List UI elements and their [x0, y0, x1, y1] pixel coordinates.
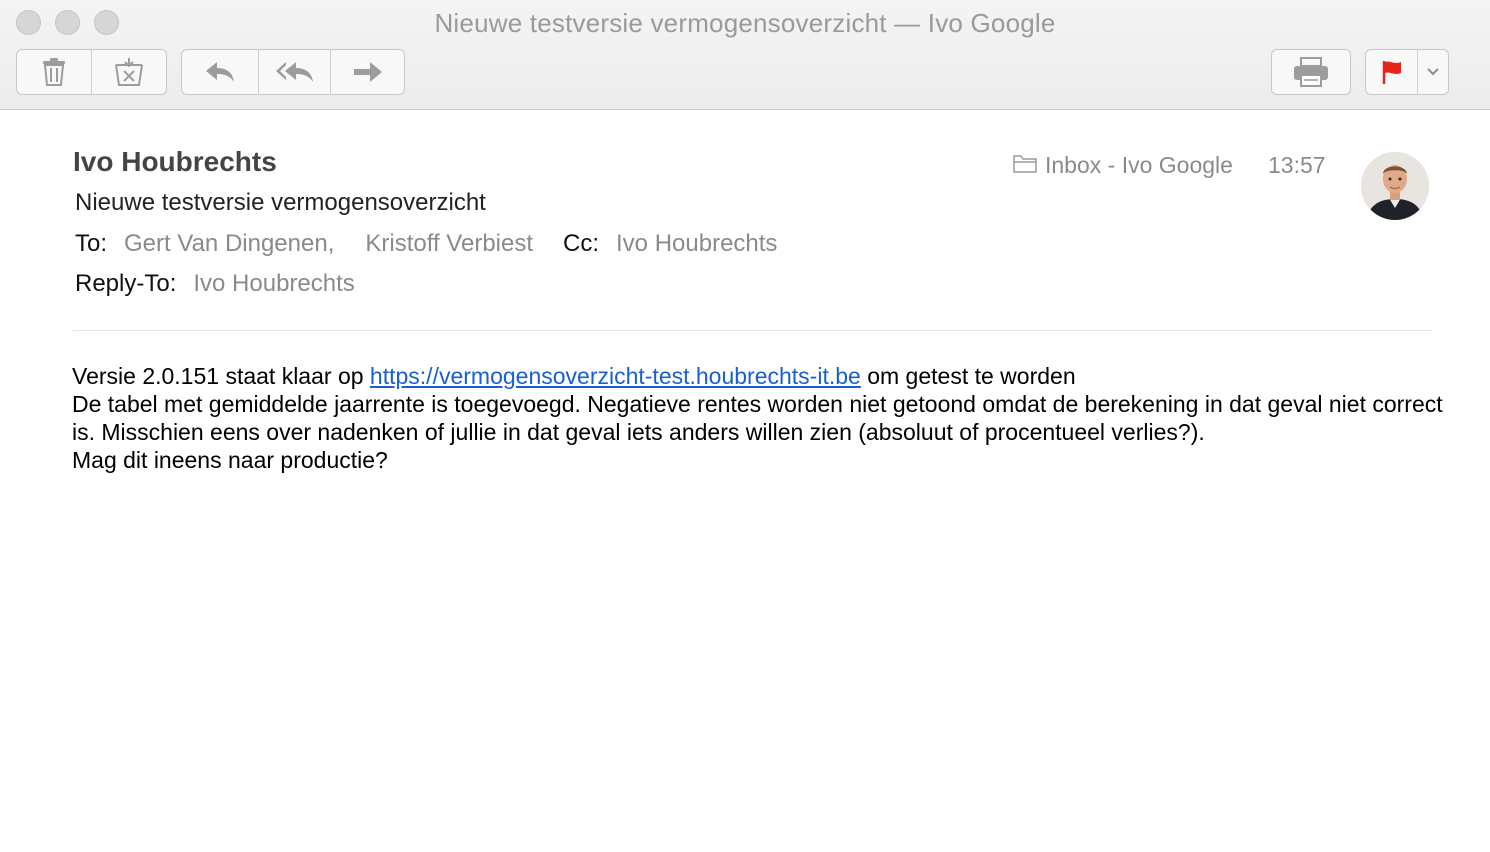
- to-label: To:: [75, 230, 108, 257]
- reply-to-address[interactable]: Ivo Houbrechts: [193, 270, 354, 298]
- reply-all-icon: [274, 59, 316, 85]
- to-recipient[interactable]: Gert Van Dingenen,: [124, 230, 334, 258]
- print-group: [1271, 49, 1351, 95]
- junk-button[interactable]: [92, 50, 167, 94]
- reply-icon: [203, 59, 237, 85]
- sender-name[interactable]: Ivo Houbrechts: [73, 146, 277, 178]
- mail-window: Nieuwe testversie vermogensoverzicht — I…: [0, 0, 1490, 852]
- cc-label: Cc:: [563, 230, 600, 257]
- flag-icon: [1381, 59, 1403, 85]
- forward-button[interactable]: [331, 50, 404, 94]
- trash-icon: [41, 57, 67, 87]
- body-paragraph: De tabel met gemiddelde jaarrente is toe…: [72, 391, 1443, 445]
- reply-to-row: Reply-To: Ivo Houbrechts: [75, 270, 355, 298]
- body-text: om getest te worden: [860, 363, 1076, 389]
- window-toolbar: Nieuwe testversie vermogensoverzicht — I…: [0, 0, 1490, 110]
- flag-button[interactable]: [1366, 50, 1418, 94]
- forward-icon: [352, 60, 384, 84]
- body-paragraph: Mag dit ineens naar productie?: [72, 447, 388, 473]
- mailbox-name: Inbox - Ivo Google: [1045, 152, 1233, 178]
- folder-icon: [1013, 152, 1045, 179]
- print-button[interactable]: [1272, 50, 1350, 94]
- delete-button[interactable]: [17, 50, 92, 94]
- body-text: Versie 2.0.151 staat klaar op: [72, 363, 370, 389]
- test-site-link[interactable]: https://vermogensoverzicht-test.houbrech…: [370, 363, 861, 389]
- chevron-down-icon: [1426, 67, 1440, 77]
- message-subject: Nieuwe testversie vermogensoverzicht: [75, 189, 486, 216]
- flag-menu-button[interactable]: [1418, 50, 1448, 94]
- message-body: Versie 2.0.151 staat klaar op https://ve…: [72, 362, 1452, 474]
- avatar: [1361, 152, 1429, 220]
- mailbox-indicator: Inbox - Ivo Google: [1013, 152, 1233, 179]
- recipients-row: To: Gert Van Dingenen, Kristoff Verbiest…: [75, 230, 777, 258]
- window-title: Nieuwe testversie vermogensoverzicht — I…: [434, 8, 1056, 38]
- reply-group: [181, 49, 405, 95]
- cc-recipient[interactable]: Ivo Houbrechts: [616, 230, 777, 258]
- reply-to-label: Reply-To:: [75, 270, 177, 297]
- delete-junk-group: [16, 49, 167, 95]
- flag-group: [1365, 49, 1449, 95]
- body-paragraph: Versie 2.0.151 staat klaar op https://ve…: [72, 362, 1452, 390]
- reply-button[interactable]: [182, 50, 259, 94]
- printer-icon: [1292, 56, 1330, 88]
- header-divider: [73, 330, 1433, 331]
- message-time: 13:57: [1268, 152, 1326, 178]
- junk-icon: [113, 57, 145, 87]
- reply-all-button[interactable]: [259, 50, 331, 94]
- to-recipient[interactable]: Kristoff Verbiest: [365, 230, 533, 258]
